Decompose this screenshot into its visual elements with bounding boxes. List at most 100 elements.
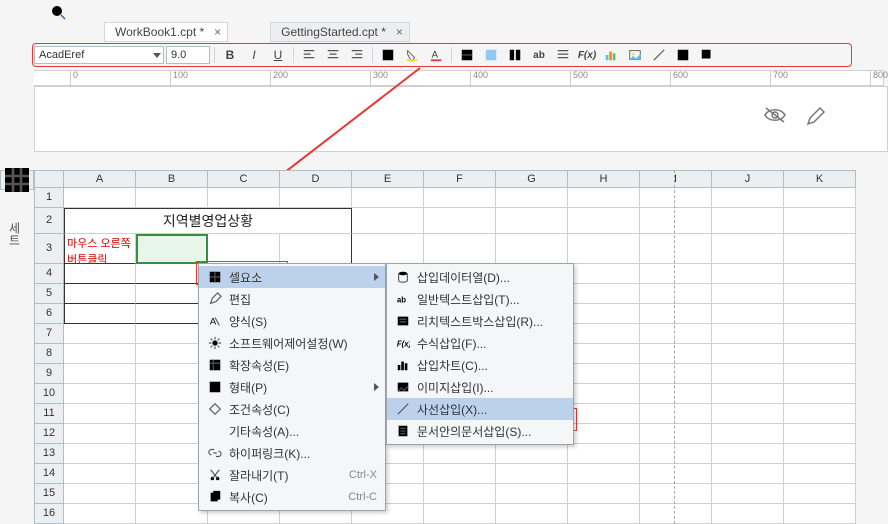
cell[interactable] (640, 504, 712, 524)
cell[interactable] (640, 304, 712, 324)
italic-button[interactable]: I (243, 45, 265, 65)
menu-item-이미지삽입I[interactable]: 이미지삽입(I)... (387, 376, 573, 398)
align-button[interactable] (552, 45, 574, 65)
title-cell[interactable]: 지역별영업상황 (64, 208, 352, 234)
col-header[interactable]: I (640, 170, 712, 188)
menu-item-문서안의문서삽입S[interactable]: 문서안의문서삽입(S)... (387, 420, 573, 442)
ab-button[interactable]: ab (528, 45, 550, 65)
cell[interactable] (568, 208, 640, 234)
border-button[interactable] (377, 45, 399, 65)
cell[interactable] (712, 188, 784, 208)
cell[interactable] (712, 364, 784, 384)
row-header[interactable]: 3 (34, 234, 64, 264)
cell[interactable] (784, 464, 856, 484)
cell[interactable] (568, 384, 640, 404)
cell[interactable] (712, 504, 784, 524)
col-header[interactable]: E (352, 170, 424, 188)
cell[interactable] (712, 264, 784, 284)
cell[interactable] (784, 444, 856, 464)
cell[interactable] (640, 364, 712, 384)
cell[interactable] (424, 464, 496, 484)
fill-color-button[interactable] (401, 45, 423, 65)
cell[interactable] (496, 464, 568, 484)
cell[interactable] (352, 208, 424, 234)
menu-item-수식삽입F[interactable]: F(x)수식삽입(F)... (387, 332, 573, 354)
cell[interactable] (712, 444, 784, 464)
cell[interactable] (640, 404, 712, 424)
cell[interactable] (568, 264, 640, 284)
align-center-button[interactable] (322, 45, 344, 65)
cell-button[interactable] (480, 45, 502, 65)
cell[interactable] (424, 234, 496, 264)
cell[interactable] (568, 424, 640, 444)
visibility-icon[interactable] (763, 105, 787, 128)
cell[interactable] (496, 504, 568, 524)
cell[interactable] (64, 284, 136, 304)
menu-item-확장속성E[interactable]: 확장속성(E) (199, 354, 385, 376)
cell[interactable] (712, 384, 784, 404)
cell[interactable] (712, 324, 784, 344)
cell[interactable] (424, 484, 496, 504)
cell[interactable] (424, 208, 496, 234)
cell[interactable] (784, 284, 856, 304)
chart-button[interactable] (600, 45, 622, 65)
cell[interactable] (640, 188, 712, 208)
cell[interactable] (712, 284, 784, 304)
cell[interactable] (568, 464, 640, 484)
menu-item-일반텍스트삽입T[interactable]: ab일반텍스트삽입(T)... (387, 288, 573, 310)
cell[interactable] (640, 444, 712, 464)
cell[interactable] (784, 424, 856, 444)
cell[interactable] (64, 324, 136, 344)
col-header[interactable]: F (424, 170, 496, 188)
row-header[interactable]: 6 (34, 304, 64, 324)
cell[interactable] (568, 404, 640, 424)
row-header[interactable]: 10 (34, 384, 64, 404)
row-header[interactable]: 1 (34, 188, 64, 208)
close-icon[interactable]: × (396, 25, 403, 39)
align-right-button[interactable] (346, 45, 368, 65)
cell[interactable] (64, 464, 136, 484)
cell[interactable] (424, 504, 496, 524)
cell[interactable] (64, 404, 136, 424)
cell[interactable] (496, 484, 568, 504)
row-header[interactable]: 14 (34, 464, 64, 484)
cell[interactable] (784, 384, 856, 404)
cell[interactable] (784, 324, 856, 344)
bold-button[interactable]: B (219, 45, 241, 65)
close-icon[interactable]: × (214, 25, 221, 39)
col-header[interactable]: H (568, 170, 640, 188)
menu-item-기타속성A[interactable]: 기타속성(A)... (199, 420, 385, 442)
align-left-button[interactable] (298, 45, 320, 65)
cell[interactable] (712, 344, 784, 364)
row-header[interactable]: 7 (34, 324, 64, 344)
cell[interactable] (64, 304, 136, 324)
row-header[interactable]: 11 (34, 404, 64, 424)
split-button[interactable] (504, 45, 526, 65)
cell[interactable] (640, 208, 712, 234)
row-header[interactable]: 12 (34, 424, 64, 444)
cell[interactable] (784, 504, 856, 524)
cell[interactable] (712, 304, 784, 324)
menu-item-소프트웨어제어설정W[interactable]: 소프트웨어제어설정(W) (199, 332, 385, 354)
row-header[interactable]: 5 (34, 284, 64, 304)
row-header[interactable]: 16 (34, 504, 64, 524)
subreport-button[interactable] (672, 45, 694, 65)
cell[interactable] (712, 464, 784, 484)
cell[interactable] (568, 364, 640, 384)
cell[interactable] (784, 484, 856, 504)
row-header[interactable]: 4 (34, 264, 64, 284)
menu-item-사선삽입X[interactable]: 사선삽입(X)... (387, 398, 573, 420)
underline-button[interactable]: U (267, 45, 289, 65)
cell[interactable] (280, 188, 352, 208)
tab-workbook1[interactable]: WorkBook1.cpt * × (104, 22, 228, 42)
col-header[interactable]: D (280, 170, 352, 188)
cell[interactable] (64, 344, 136, 364)
cell[interactable] (64, 364, 136, 384)
fx-button[interactable]: F(x) (576, 45, 598, 65)
cell[interactable] (208, 188, 280, 208)
menu-item-삽입차트C[interactable]: 삽입차트(C)... (387, 354, 573, 376)
cell[interactable] (568, 284, 640, 304)
merge-button[interactable] (456, 45, 478, 65)
cell[interactable] (64, 504, 136, 524)
cell[interactable] (64, 264, 136, 284)
